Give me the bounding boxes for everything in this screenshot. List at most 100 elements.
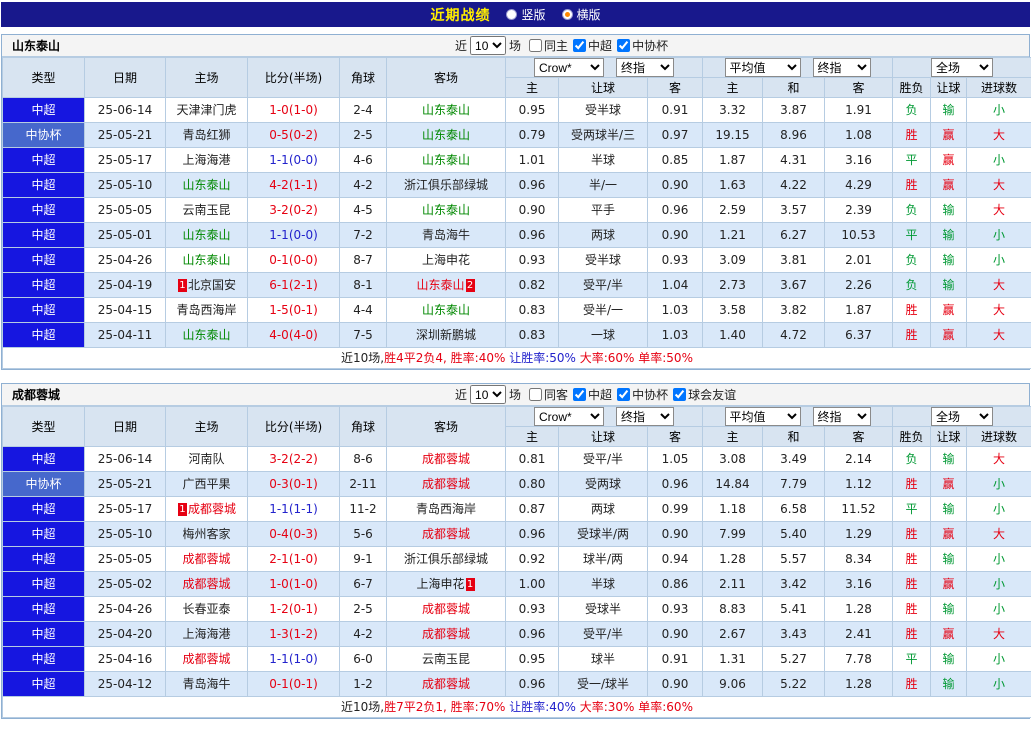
away-odds-cell: 1.03	[648, 323, 703, 348]
goals-result-cell: 小	[967, 647, 1031, 672]
checkbox-input[interactable]	[617, 388, 630, 401]
date-cell: 25-06-14	[85, 447, 166, 472]
competition-cell: 中超	[3, 248, 85, 273]
avg-away-cell: 1.12	[825, 472, 893, 497]
avg-away-cell: 1.08	[825, 123, 893, 148]
avg-draw-cell: 3.67	[763, 273, 825, 298]
competition-cell: 中超	[3, 547, 85, 572]
col-header-type: 类型	[3, 407, 85, 447]
home-team-cell: 1北京国安	[166, 273, 248, 298]
scope-select[interactable]: 全场	[931, 58, 993, 77]
odds-stage-select[interactable]: 终指	[616, 407, 674, 426]
checkbox-label: 中超	[588, 37, 612, 54]
home-team-cell: 上海海港	[166, 622, 248, 647]
score-cell: 0-1(0-1)	[248, 672, 340, 697]
home-odds-cell: 1.00	[506, 572, 559, 597]
home-team-cell-text: 云南玉昆	[182, 203, 230, 217]
home-team-cell: 青岛海牛	[166, 672, 248, 697]
average-select[interactable]: 平均值	[725, 407, 801, 426]
result-cell: 胜	[893, 572, 931, 597]
handicap-result-cell: 输	[931, 248, 967, 273]
home-team-cell-text: 广西平果	[182, 477, 230, 491]
checkbox-input[interactable]	[617, 39, 630, 52]
col-header-date: 日期	[85, 58, 166, 98]
away-team-cell-text: 山东泰山	[422, 103, 470, 117]
result-cell: 负	[893, 98, 931, 123]
bookmaker-select[interactable]: Crow*	[534, 407, 604, 426]
home-team-cell: 梅州客家	[166, 522, 248, 547]
team-name: 成都蓉城	[12, 386, 60, 403]
layout-radio-vertical[interactable]: 竖版	[506, 6, 545, 23]
home-odds-cell: 0.80	[506, 472, 559, 497]
filter-checkbox[interactable]: 中协杯	[617, 37, 668, 54]
avg-home-cell: 2.73	[703, 273, 763, 298]
sub-header-8: 进球数	[967, 427, 1031, 447]
handicap-cell: 半/一	[559, 173, 648, 198]
filter-checkbox[interactable]: 中超	[573, 37, 612, 54]
scope-select[interactable]: 全场	[931, 407, 993, 426]
sub-header-1: 让球	[559, 427, 648, 447]
filter-bar: 近10场同主中超中协杯	[452, 36, 668, 55]
away-team-cell: 深圳新鹏城	[387, 323, 506, 348]
goals-result-cell: 小	[967, 148, 1031, 173]
table-row: 中超25-05-171成都蓉城1-1(1-1)11-2青岛西海岸0.87两球0.…	[3, 497, 1031, 522]
home-team-cell-text: 山东泰山	[182, 328, 230, 342]
date-cell: 25-05-21	[85, 472, 166, 497]
result-cell: 负	[893, 447, 931, 472]
rank-badge: 1	[178, 279, 187, 292]
radio-icon	[506, 9, 517, 20]
sub-header-1: 让球	[559, 78, 648, 98]
summary-text: 单率:60%	[634, 700, 693, 714]
odds-stage-select[interactable]: 终指	[616, 58, 674, 77]
competition-cell: 中超	[3, 298, 85, 323]
filter-checkbox[interactable]: 同主	[529, 37, 568, 54]
checkbox-input[interactable]	[573, 388, 586, 401]
avg-stage-select[interactable]: 终指	[813, 407, 871, 426]
filter-checkbox[interactable]: 中协杯	[617, 386, 668, 403]
bookmaker-select[interactable]: Crow*	[534, 58, 604, 77]
goals-result-cell: 大	[967, 447, 1031, 472]
home-team-cell-text: 河南队	[188, 452, 224, 466]
avg-stage-select[interactable]: 终指	[813, 58, 871, 77]
away-odds-cell: 0.90	[648, 223, 703, 248]
score-cell: 1-0(1-0)	[248, 98, 340, 123]
date-cell: 25-05-02	[85, 572, 166, 597]
checkbox-input[interactable]	[573, 39, 586, 52]
avg-draw-cell: 3.82	[763, 298, 825, 323]
layout-radio-horizontal[interactable]: 横版	[562, 6, 601, 23]
recent-count-select[interactable]: 10	[470, 36, 506, 55]
filter-checkbox[interactable]: 同客	[529, 386, 568, 403]
handicap-cell: 受两球半/三	[559, 123, 648, 148]
table-row: 中超25-05-10山东泰山4-2(1-1)4-2浙江俱乐部绿城0.96半/一0…	[3, 173, 1031, 198]
home-team-cell: 青岛红狮	[166, 123, 248, 148]
home-odds-cell: 0.90	[506, 198, 559, 223]
handicap-result-cell: 输	[931, 672, 967, 697]
recent-count-select[interactable]: 10	[470, 385, 506, 404]
home-team-cell: 河南队	[166, 447, 248, 472]
away-team-cell-text: 成都蓉城	[422, 452, 470, 466]
home-team-cell-text: 长春亚泰	[182, 602, 230, 616]
checkbox-input[interactable]	[529, 388, 542, 401]
avg-home-cell: 1.21	[703, 223, 763, 248]
competition-cell: 中超	[3, 597, 85, 622]
competition-cell: 中超	[3, 447, 85, 472]
home-team-cell-text: 山东泰山	[182, 178, 230, 192]
result-cell: 胜	[893, 622, 931, 647]
fulltime-header-group: 全场	[893, 58, 1031, 78]
avg-draw-cell: 7.79	[763, 472, 825, 497]
checkbox-label: 同主	[544, 37, 568, 54]
avg-home-cell: 8.83	[703, 597, 763, 622]
away-odds-cell: 1.04	[648, 273, 703, 298]
average-select[interactable]: 平均值	[725, 58, 801, 77]
competition-cell: 中超	[3, 198, 85, 223]
filter-checkbox[interactable]: 球会友谊	[673, 386, 736, 403]
average-header-group: 平均值终指	[703, 58, 893, 78]
away-team-cell: 山东泰山	[387, 298, 506, 323]
checkbox-input[interactable]	[529, 39, 542, 52]
checkbox-input[interactable]	[673, 388, 686, 401]
handicap-cell: 受平/半	[559, 273, 648, 298]
home-team-cell: 长春亚泰	[166, 597, 248, 622]
home-odds-cell: 0.93	[506, 597, 559, 622]
filter-checkbox[interactable]: 中超	[573, 386, 612, 403]
col-header-score: 比分(半场)	[248, 58, 340, 98]
